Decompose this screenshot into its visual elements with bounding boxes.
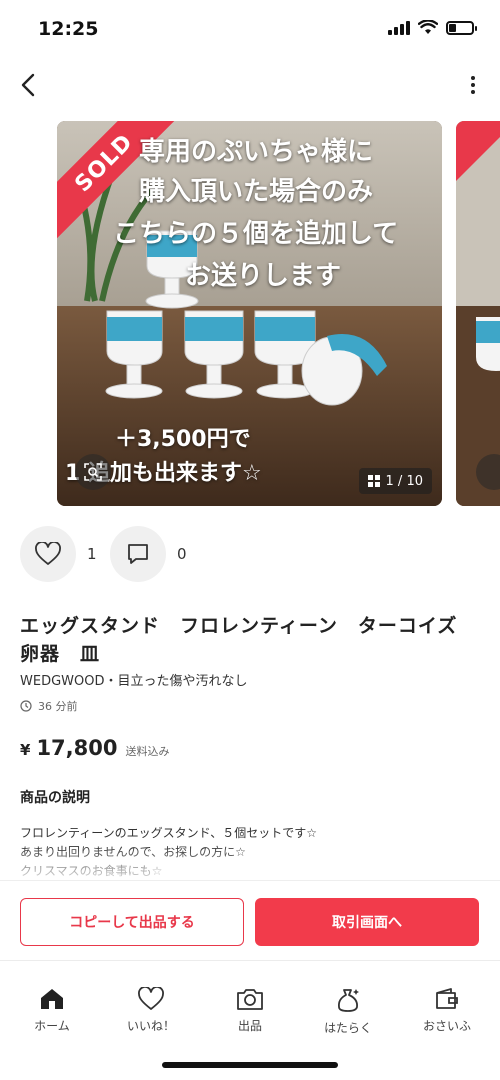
back-button[interactable] bbox=[14, 70, 44, 100]
next-photo[interactable] bbox=[456, 121, 500, 506]
tab-work[interactable]: はたらく bbox=[308, 987, 388, 1036]
photo-overlay-line: お送りします bbox=[185, 261, 342, 291]
like-count: 1 bbox=[87, 545, 97, 563]
wallet-icon bbox=[436, 988, 458, 1009]
posted-time-text: 36 分前 bbox=[38, 700, 78, 713]
clock-icon bbox=[20, 700, 32, 712]
tab-home[interactable]: ホーム bbox=[12, 987, 92, 1034]
comment-count: 0 bbox=[177, 545, 187, 563]
photo-overlay-line: 購入頂いた場合のみ bbox=[139, 177, 374, 207]
home-icon bbox=[41, 989, 63, 1009]
comment-button[interactable] bbox=[110, 526, 166, 582]
zoom-scan-icon bbox=[84, 463, 102, 481]
item-title: エッグスタンド フロレンティーン ターコイズ 卵器 皿 bbox=[20, 615, 478, 665]
status-icons bbox=[388, 20, 477, 35]
status-bar: 12:25 bbox=[0, 0, 500, 60]
tab-label: 出品 bbox=[237, 1019, 262, 1033]
like-button[interactable] bbox=[20, 526, 76, 582]
posted-time: 36 分前 bbox=[20, 698, 78, 714]
heart-icon bbox=[35, 542, 61, 565]
camera-icon bbox=[237, 989, 263, 1010]
status-time: 12:25 bbox=[38, 18, 99, 40]
price-symbol: ¥ bbox=[20, 741, 31, 759]
grid-icon bbox=[367, 475, 380, 487]
photo-counter: 1 / 10 bbox=[358, 468, 432, 494]
photo-overlay-line: こちらの５個を追加して bbox=[113, 219, 399, 249]
copy-listing-button[interactable]: コピーして出品する bbox=[20, 898, 244, 946]
more-dot-icon bbox=[471, 83, 475, 87]
next-photo-image bbox=[456, 121, 500, 506]
tab-likes[interactable]: いいね！ bbox=[111, 987, 191, 1034]
tab-sell[interactable]: 出品 bbox=[210, 987, 290, 1034]
price-amount: 17,800 bbox=[36, 736, 118, 760]
comment-icon bbox=[128, 544, 148, 564]
item-photo[interactable]: SOLD 専用のぷいちゃ様に 購入頂いた場合のみ こちらの５個を追加して お送り… bbox=[57, 121, 442, 506]
item-price: ¥ 17,800 送料込み bbox=[20, 736, 169, 760]
signal-icon bbox=[388, 20, 410, 35]
zoom-button[interactable] bbox=[75, 454, 111, 490]
photo-bottom-line: ＋3,500円で bbox=[115, 427, 251, 452]
item-brand-condition[interactable]: WEDGWOOD・目立った傷や汚れなし bbox=[20, 670, 247, 689]
more-menu-button[interactable] bbox=[468, 72, 478, 98]
description-heading: 商品の説明 bbox=[20, 790, 90, 806]
battery-icon bbox=[446, 20, 477, 35]
tab-label: ホーム bbox=[34, 1019, 70, 1033]
wifi-icon bbox=[418, 20, 438, 34]
description-fade bbox=[0, 846, 500, 884]
tab-label: いいね！ bbox=[126, 1019, 175, 1033]
heart-icon bbox=[138, 987, 164, 1010]
photo-counter-text: 1 / 10 bbox=[385, 473, 423, 489]
tab-wallet[interactable]: おさいふ bbox=[407, 987, 487, 1034]
chevron-left-icon bbox=[21, 73, 35, 97]
tab-label: はたらく bbox=[324, 1021, 372, 1035]
more-dot-icon bbox=[471, 90, 475, 94]
go-to-trade-button[interactable]: 取引画面へ bbox=[255, 898, 479, 946]
tab-label: おさいふ bbox=[422, 1019, 471, 1033]
action-bar: コピーして出品する 取引画面へ bbox=[0, 880, 500, 960]
shipping-included: 送料込み bbox=[125, 745, 170, 758]
photo-overlay-line: 専用のぷいちゃ様に bbox=[139, 137, 374, 167]
more-dot-icon bbox=[471, 76, 475, 80]
money-bag-icon bbox=[337, 989, 359, 1012]
home-indicator[interactable] bbox=[162, 1062, 338, 1068]
